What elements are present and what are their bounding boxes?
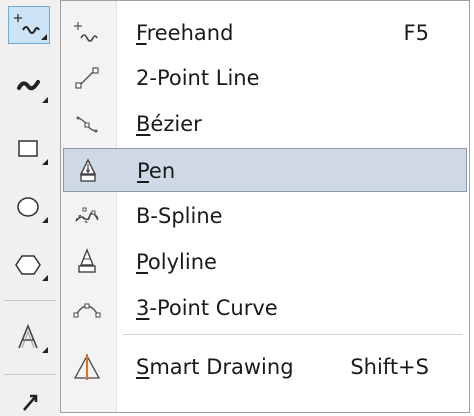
pick-tool-button[interactable] — [8, 386, 50, 416]
smart-drawing-icon — [71, 351, 103, 383]
polyline-icon — [71, 246, 103, 278]
menu-item-3-point-curve[interactable]: 3-Point Curve — [63, 286, 467, 330]
menu-item-2-point-line[interactable]: 2-Point Line — [63, 56, 467, 100]
menu-item-label: Freehand — [136, 21, 234, 45]
two-point-line-icon — [71, 62, 103, 94]
b-spline-icon — [71, 200, 103, 232]
menu-item-label: Bézier — [136, 112, 202, 136]
menu-item-polyline[interactable]: Polyline — [63, 240, 467, 284]
bezier-icon — [71, 108, 103, 140]
shortcut-text: F5 — [403, 21, 429, 45]
rectangle-tool-button[interactable] — [8, 130, 50, 168]
menu-item-bezier[interactable]: Bézier — [63, 102, 467, 146]
text-icon — [18, 323, 38, 349]
menu-item-label: B-Spline — [136, 204, 223, 228]
ellipse-icon — [17, 197, 39, 217]
three-point-curve-icon — [71, 292, 103, 324]
polygon-tool-button[interactable] — [8, 246, 50, 284]
freehand-icon — [14, 14, 40, 34]
freehand-icon — [71, 17, 103, 49]
menu-item-b-spline[interactable]: B-Spline — [63, 194, 467, 238]
pen-nib-icon — [72, 155, 104, 187]
freehand-tool-button[interactable] — [8, 6, 50, 44]
rectangle-icon — [18, 140, 38, 157]
toolbox — [0, 0, 60, 416]
artistic-media-tool-button[interactable] — [8, 68, 50, 106]
menu-item-label: Polyline — [136, 250, 217, 274]
shortcut-text: Shift+S — [350, 355, 429, 379]
text-tool-button[interactable] — [8, 318, 50, 356]
menu-item-label: 3-Point Curve — [136, 296, 278, 320]
menu-item-pen[interactable]: Pen — [63, 148, 467, 192]
menu-item-smart-drawing[interactable]: Smart Drawing Shift+S — [63, 345, 467, 389]
menu-item-freehand[interactable]: Freehand F5 — [63, 11, 467, 55]
menu-separator — [123, 334, 463, 335]
polygon-icon — [15, 255, 41, 275]
freehand-flyout-menu: Freehand F5 2-Point Line Bézier Pen B-Sp… — [60, 0, 470, 413]
menu-item-label: Pen — [137, 159, 176, 183]
pick-icon — [23, 394, 38, 411]
artistic-media-icon — [17, 80, 40, 91]
menu-item-label: Smart Drawing — [136, 355, 294, 379]
menu-item-label: 2-Point Line — [136, 66, 260, 90]
ellipse-tool-button[interactable] — [8, 188, 50, 226]
